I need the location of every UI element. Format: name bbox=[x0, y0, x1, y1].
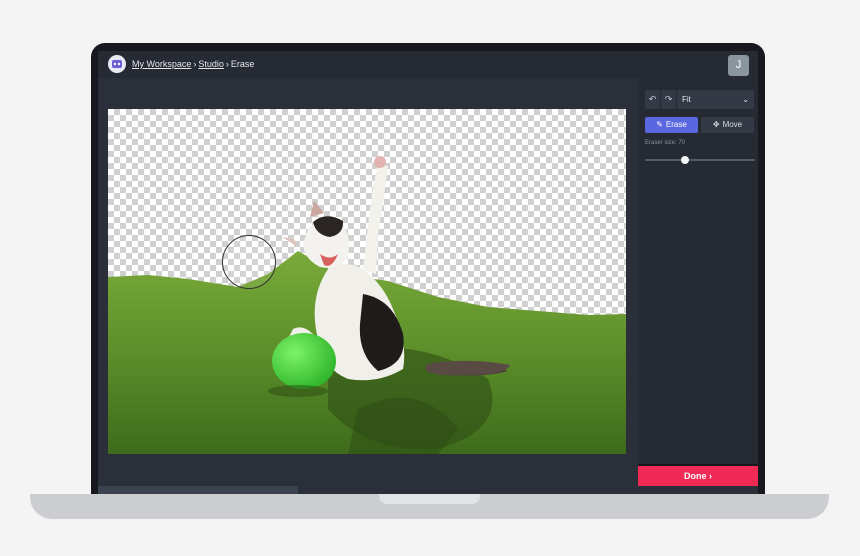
undo-button[interactable]: ↶ bbox=[645, 90, 660, 109]
redo-icon: ↷ bbox=[664, 94, 673, 104]
breadcrumb-workspace-link[interactable]: My Workspace bbox=[132, 59, 191, 69]
laptop-base-notch bbox=[379, 494, 480, 504]
user-avatar[interactable]: J bbox=[728, 55, 749, 76]
erase-tool-button[interactable]: ✎ Erase bbox=[645, 117, 698, 133]
chevron-right-icon: › bbox=[709, 471, 712, 481]
redo-button[interactable]: ↷ bbox=[661, 90, 676, 109]
zoom-select[interactable]: Fit ⌄ bbox=[677, 90, 754, 109]
workspace-bottom-bar bbox=[98, 486, 758, 494]
brush-icon: ✎ bbox=[656, 120, 663, 129]
breadcrumb: My Workspace › Studio › Erase bbox=[132, 59, 254, 69]
breadcrumb-studio-link[interactable]: Studio bbox=[198, 59, 224, 69]
undo-icon: ↶ bbox=[648, 94, 657, 104]
tools-panel bbox=[638, 78, 758, 464]
chevron-down-icon: ⌄ bbox=[742, 95, 749, 104]
kitten-photo bbox=[108, 156, 626, 454]
image-canvas[interactable] bbox=[108, 109, 626, 454]
eraser-size-slider-thumb[interactable] bbox=[681, 156, 689, 164]
done-button[interactable]: Done › bbox=[638, 466, 758, 486]
erase-tool-label: Erase bbox=[665, 120, 687, 129]
breadcrumb-separator: › bbox=[225, 59, 229, 69]
breadcrumb-current: Erase bbox=[230, 59, 255, 69]
breadcrumb-separator: › bbox=[193, 59, 197, 69]
workspace-scrollbar[interactable] bbox=[98, 486, 298, 494]
move-tool-label: Move bbox=[722, 120, 743, 129]
logo-icon bbox=[112, 60, 122, 68]
app-logo[interactable] bbox=[108, 55, 126, 73]
eraser-size-slider[interactable] bbox=[645, 159, 755, 161]
move-icon: ✥ bbox=[712, 120, 720, 129]
eraser-brush-cursor bbox=[222, 235, 276, 289]
move-tool-button[interactable]: ✥ Move bbox=[701, 117, 754, 133]
zoom-select-value: Fit bbox=[682, 95, 691, 104]
done-label: Done bbox=[683, 471, 707, 481]
eraser-size-label: Eraser size: 70 bbox=[645, 140, 686, 146]
